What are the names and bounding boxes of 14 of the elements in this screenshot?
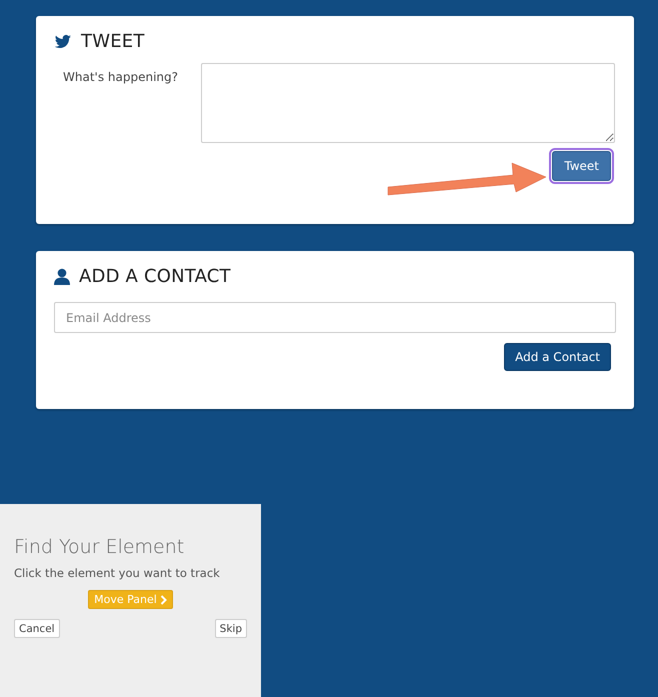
email-field[interactable]: Email Address — [54, 302, 616, 333]
person-icon — [54, 268, 70, 284]
card-title: ADD A CONTACT — [79, 266, 231, 286]
field-label: What's happening? — [62, 69, 180, 86]
cancel-button[interactable]: Cancel — [14, 619, 60, 638]
skip-button[interactable]: Skip — [214, 619, 247, 638]
chevron-icon — [160, 594, 167, 604]
tweet-button[interactable]: Tweet — [552, 151, 611, 181]
card-title: TWEET — [81, 30, 145, 52]
instruction-text: Click the element you want to track — [14, 566, 221, 580]
bird-icon — [54, 33, 72, 49]
add-contact-button[interactable]: Add a Contact — [504, 343, 611, 371]
tweet-text-field[interactable] — [201, 63, 615, 143]
panel-title: Find Your Element — [14, 536, 186, 558]
